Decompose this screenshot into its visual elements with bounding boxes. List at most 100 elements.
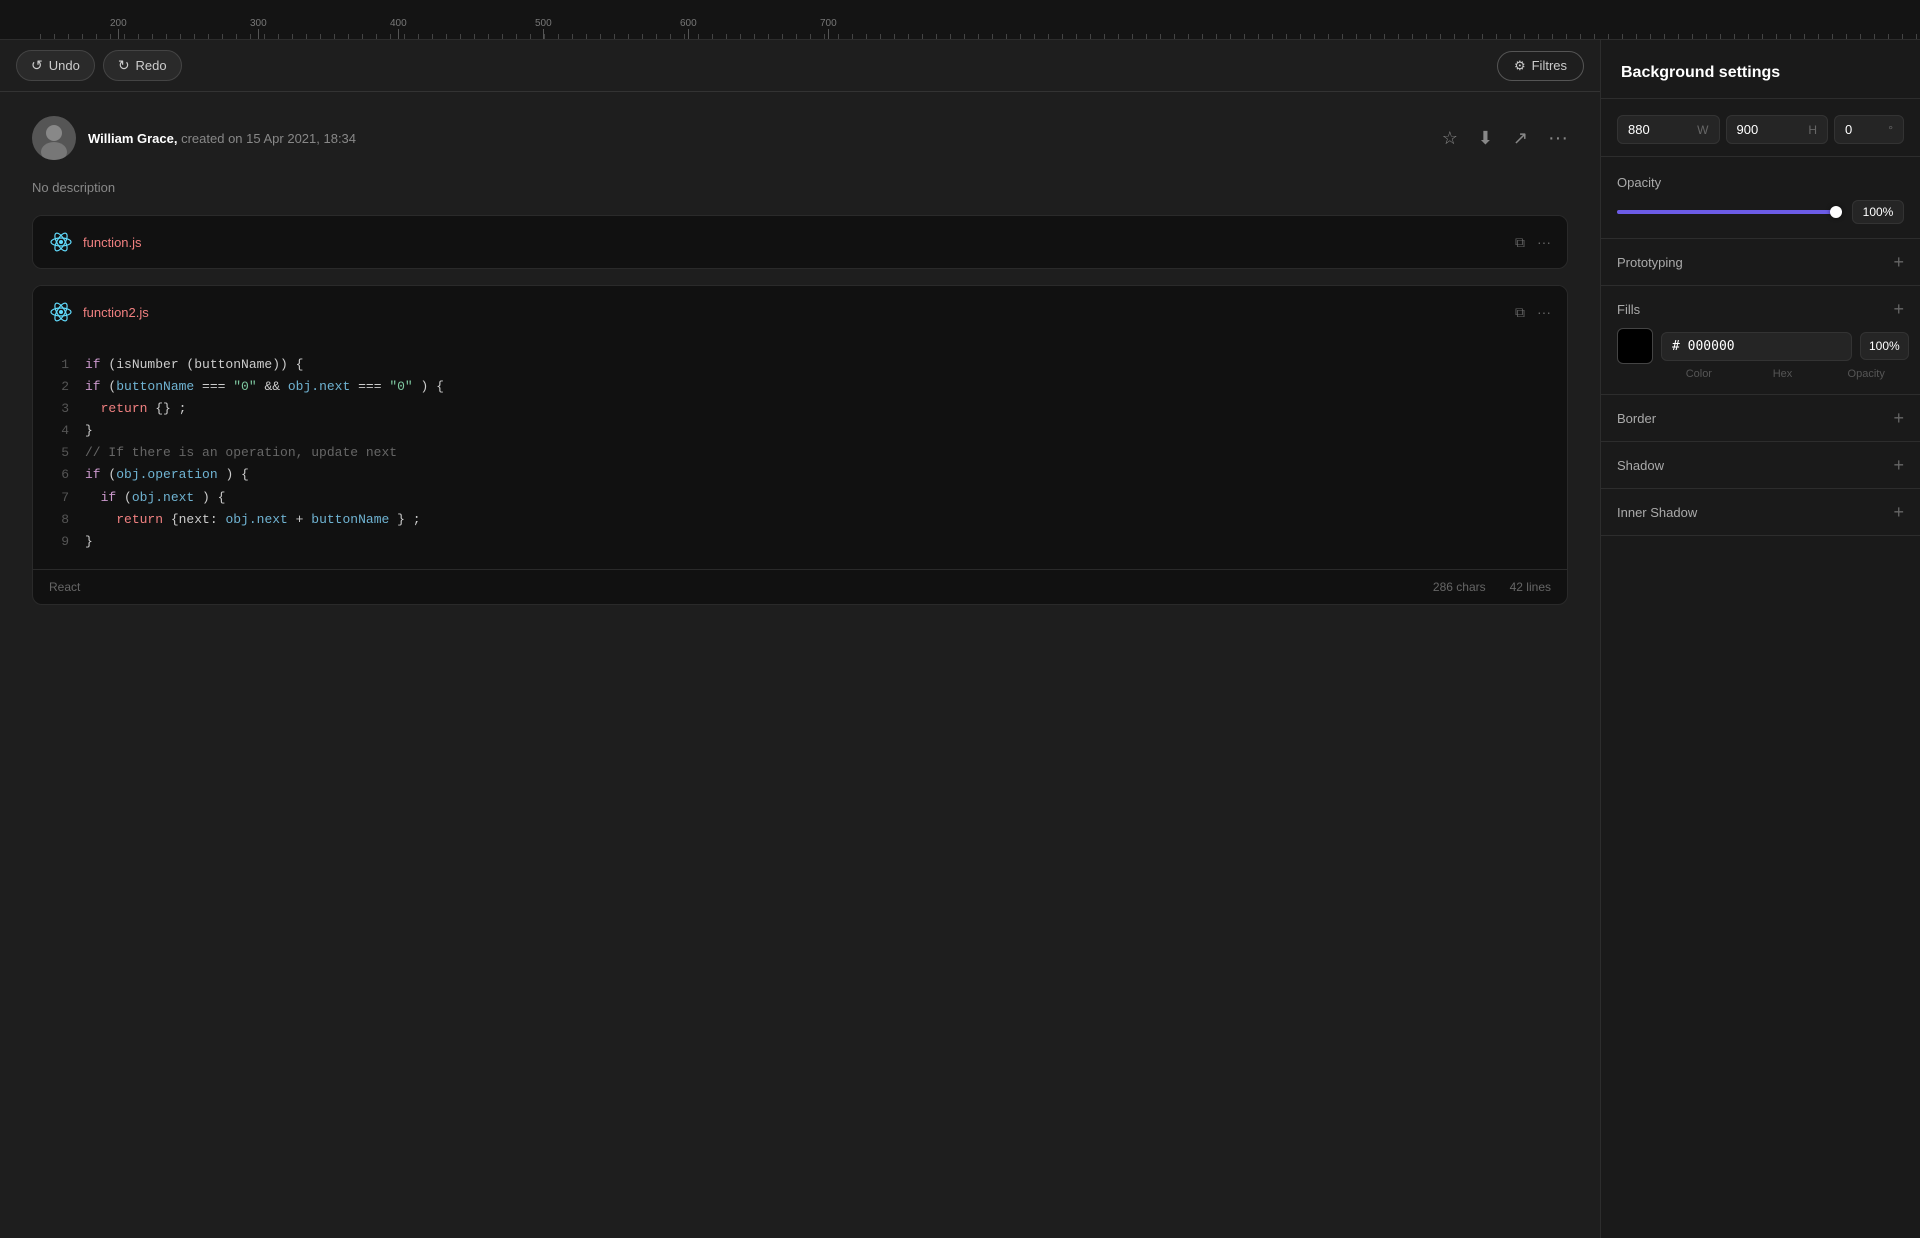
author-info: William Grace, created on 15 Apr 2021, 1… xyxy=(88,131,1442,146)
opacity-fill xyxy=(1617,210,1842,214)
opacity-label: Opacity xyxy=(1828,368,1904,380)
ruler-mark-400: 400 xyxy=(390,18,407,29)
content-area: William Grace, created on 15 Apr 2021, 1… xyxy=(0,92,1600,1238)
opacity-value: 100% xyxy=(1852,200,1904,224)
inner-shadow-add-button[interactable]: + xyxy=(1893,503,1904,521)
shadow-header: Shadow + xyxy=(1617,456,1904,474)
file-name-1: function.js xyxy=(83,235,1515,250)
toolbar: ↺ Undo ↻ Redo ⚙ Filtres xyxy=(0,40,1600,92)
dimensions-row: 880 W 900 H 0 ° xyxy=(1601,99,1920,152)
opacity-row: 100% xyxy=(1617,200,1904,224)
action-icons: ☆ ⬇ ↗ ··· xyxy=(1442,127,1568,150)
fills-labels: Color Hex Opacity xyxy=(1617,368,1904,380)
shadow-label: Shadow xyxy=(1617,458,1664,473)
filter-icon: ⚙ xyxy=(1514,58,1526,74)
code-line-6: 6 if (obj.operation ) { xyxy=(53,464,1547,486)
file-header-1: function.js ⧉ ··· xyxy=(33,216,1567,268)
star-icon[interactable]: ☆ xyxy=(1442,128,1458,149)
more-icon-2[interactable]: ··· xyxy=(1537,304,1551,320)
shadow-add-button[interactable]: + xyxy=(1893,456,1904,474)
fills-row: 100% xyxy=(1617,328,1904,364)
file-card-2: function2.js ⧉ ··· 1 if (isNumber (butto… xyxy=(32,285,1568,605)
tech-label: React xyxy=(49,580,80,594)
redo-button[interactable]: ↻ Redo xyxy=(103,50,182,81)
more-icon[interactable]: ··· xyxy=(1548,127,1568,150)
color-label: Color xyxy=(1661,368,1737,380)
width-field[interactable]: 880 W xyxy=(1617,115,1720,144)
ruler-mark-500: 500 xyxy=(535,18,552,29)
filter-button[interactable]: ⚙ Filtres xyxy=(1497,51,1584,81)
height-field[interactable]: 900 H xyxy=(1726,115,1829,144)
border-add-button[interactable]: + xyxy=(1893,409,1904,427)
file-card-1: function.js ⧉ ··· xyxy=(32,215,1568,269)
code-line-1: 1 if (isNumber (buttonName)) { xyxy=(53,354,1547,376)
height-label: H xyxy=(1808,123,1817,137)
author-meta: created on 15 Apr 2021, 18:34 xyxy=(177,131,356,146)
code-line-5: 5 // If there is an operation, update ne… xyxy=(53,442,1547,464)
react-icon-1 xyxy=(49,230,73,254)
file-name-2: function2.js xyxy=(83,305,1515,320)
opacity-label: Opacity xyxy=(1617,175,1904,190)
prototyping-section: Prototyping + xyxy=(1601,239,1920,286)
opacity-thumb xyxy=(1830,206,1842,218)
fills-label: Fills xyxy=(1617,302,1640,317)
copy-icon-2[interactable]: ⧉ xyxy=(1515,304,1525,321)
undo-label: Undo xyxy=(49,58,80,73)
external-link-icon[interactable]: ↗ xyxy=(1513,128,1528,149)
ruler-mark-300: 300 xyxy=(250,18,267,29)
copy-icon-1[interactable]: ⧉ xyxy=(1515,234,1525,251)
line-count: 42 lines xyxy=(1510,580,1551,594)
panel-header: Background settings xyxy=(1601,40,1920,99)
filter-label: Filtres xyxy=(1532,58,1567,73)
degree-label: ° xyxy=(1888,123,1893,137)
code-line-8: 8 return {next: obj.next + buttonName } … xyxy=(53,509,1547,531)
degree-value: 0 xyxy=(1845,122,1884,137)
opacity-slider[interactable] xyxy=(1617,210,1842,214)
redo-label: Redo xyxy=(136,58,167,73)
file-actions-1: ⧉ ··· xyxy=(1515,234,1551,251)
code-line-2: 2 if (buttonName === "0" && obj.next ===… xyxy=(53,376,1547,398)
ruler-mark-700: 700 xyxy=(820,18,837,29)
width-label: W xyxy=(1697,123,1708,137)
react-icon-2 xyxy=(49,300,73,324)
degree-field[interactable]: 0 ° xyxy=(1834,115,1904,144)
author-name: William Grace, xyxy=(88,131,177,146)
hex-input[interactable] xyxy=(1661,332,1852,361)
description: No description xyxy=(32,180,1568,195)
code-line-4: 4 } xyxy=(53,420,1547,442)
char-count: 286 chars xyxy=(1433,580,1486,594)
inner-shadow-label: Inner Shadow xyxy=(1617,505,1697,520)
border-label: Border xyxy=(1617,411,1656,426)
avatar xyxy=(32,116,76,160)
width-value: 880 xyxy=(1628,122,1693,137)
code-line-3: 3 return {} ; xyxy=(53,398,1547,420)
prototyping-header: Prototyping + xyxy=(1617,253,1904,271)
fills-header: Fills + xyxy=(1617,300,1904,318)
border-header: Border + xyxy=(1617,409,1904,427)
fills-add-button[interactable]: + xyxy=(1893,300,1904,318)
border-section: Border + xyxy=(1601,395,1920,442)
height-value: 900 xyxy=(1737,122,1805,137)
shadow-section: Shadow + xyxy=(1601,442,1920,489)
file-actions-2: ⧉ ··· xyxy=(1515,304,1551,321)
color-swatch[interactable] xyxy=(1617,328,1653,364)
ruler-mark-200: 200 xyxy=(110,18,127,29)
undo-icon: ↺ xyxy=(31,57,43,74)
undo-button[interactable]: ↺ Undo xyxy=(16,50,95,81)
inner-shadow-header: Inner Shadow + xyxy=(1617,503,1904,521)
download-icon[interactable]: ⬇ xyxy=(1478,128,1493,149)
hex-label: Hex xyxy=(1745,368,1821,380)
prototyping-label: Prototyping xyxy=(1617,255,1683,270)
right-panel: Background settings 880 W 900 H 0 ° Opac… xyxy=(1600,40,1920,1238)
redo-icon: ↻ xyxy=(118,57,130,74)
fills-section: Fills + 100% Color Hex Opacity xyxy=(1601,286,1920,395)
ruler: 200 300 400 500 600 700 xyxy=(0,0,1920,40)
file-footer-2: React 286 chars 42 lines xyxy=(33,569,1567,604)
more-icon-1[interactable]: ··· xyxy=(1537,234,1551,250)
code-line-7: 7 if (obj.next ) { xyxy=(53,487,1547,509)
prototyping-add-button[interactable]: + xyxy=(1893,253,1904,271)
inner-shadow-section: Inner Shadow + xyxy=(1601,489,1920,536)
code-line-9: 9 } xyxy=(53,531,1547,553)
file-header-2: function2.js ⧉ ··· xyxy=(33,286,1567,338)
fill-opacity-value: 100% xyxy=(1860,332,1909,360)
